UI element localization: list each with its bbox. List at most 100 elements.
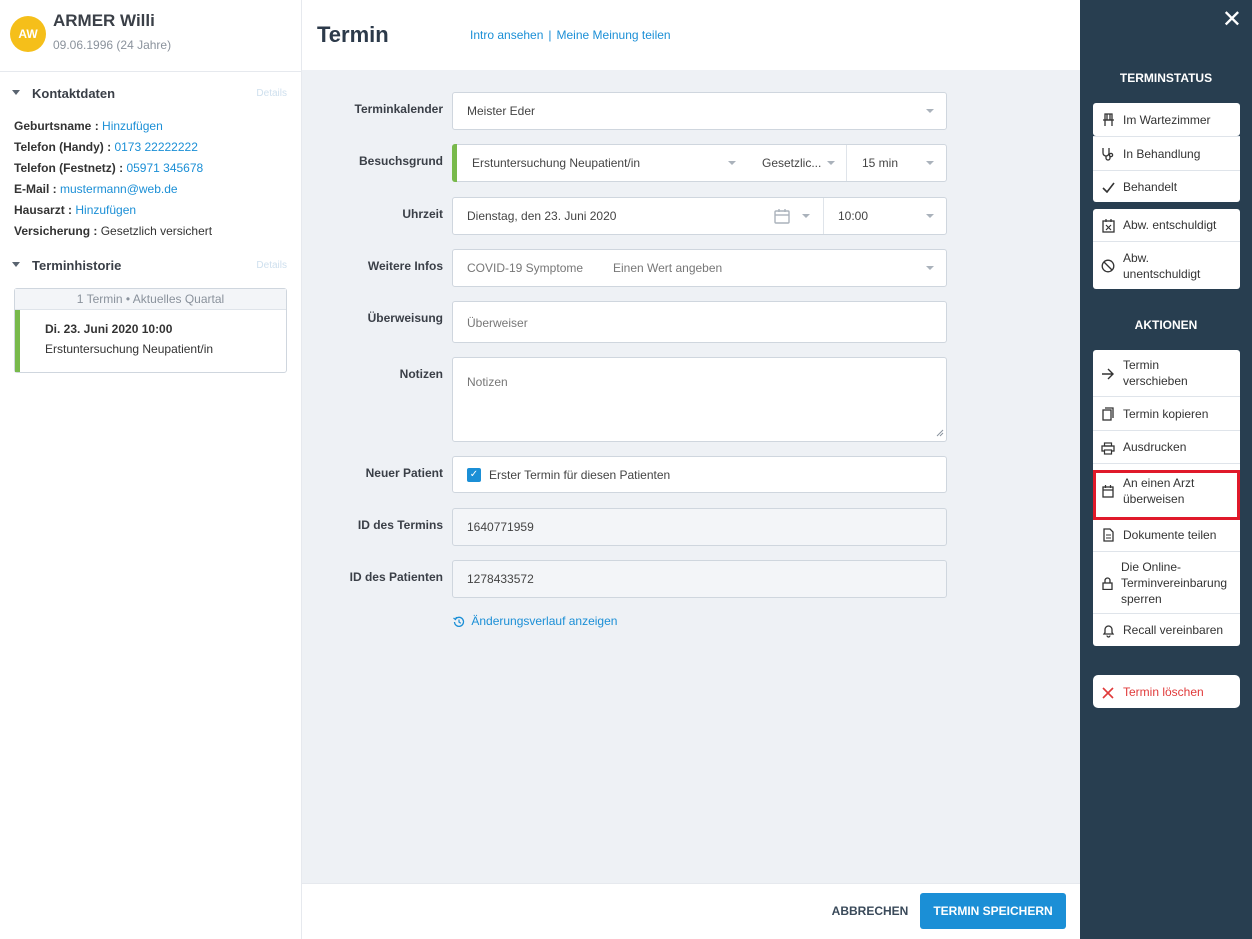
cancel-button[interactable]: ABBRECHEN (822, 893, 918, 929)
notes-textarea[interactable]: Notizen (452, 357, 947, 442)
history-caption: 1 Termin • Aktuelles Quartal (15, 289, 286, 310)
contact-value-link[interactable]: 0173 22222222 (114, 140, 197, 154)
document-icon (1093, 527, 1123, 543)
actions-title: AKTIONEN (1134, 318, 1198, 332)
delete-label: Termin löschen (1123, 684, 1204, 699)
referral-placeholder: Überweiser (467, 316, 528, 330)
printer-icon (1093, 439, 1123, 455)
collapse-caret-icon[interactable] (12, 90, 20, 95)
intro-link[interactable]: Intro ansehen (470, 28, 543, 42)
referral-input[interactable]: Überweiser (452, 301, 947, 343)
collapse-caret-icon[interactable] (12, 262, 20, 267)
reason-label: Besuchsgrund (358, 154, 443, 168)
contact-row: Hausarzt : Hinzufügen (14, 200, 301, 221)
contact-label: Telefon (Handy) : (14, 140, 112, 154)
divider (823, 198, 824, 234)
close-icon[interactable]: ✕ (1222, 8, 1242, 32)
status-done-button[interactable]: Behandelt (1093, 170, 1240, 202)
patient-panel: AW ARMER Willi 09.06.1996 (24 Jahre) Kon… (0, 0, 302, 939)
contact-section-header[interactable]: Kontaktdaten Details (0, 76, 301, 110)
contact-value-link[interactable]: Hinzufügen (75, 203, 136, 217)
chevron-down-icon (728, 161, 736, 165)
absence-excused-button[interactable]: Abw. entschuldigt (1093, 209, 1240, 241)
refer-to-doctor-button[interactable]: An einen Arzt überweisen (1093, 463, 1240, 517)
action-label: An einen Arzt überweisen (1123, 475, 1195, 506)
contact-label: Versicherung : (14, 224, 98, 238)
info-placeholder: Einen Wert angeben (613, 261, 723, 275)
status-waiting-room-button[interactable]: Im Wartezimmer (1093, 103, 1240, 136)
newpatient-field: ✓ Erster Termin für diesen Patienten (452, 456, 947, 493)
status-in-treatment-button[interactable]: In Behandlung (1093, 136, 1240, 170)
duration-select[interactable]: 15 min (862, 156, 898, 170)
status-label: In Behandlung (1123, 146, 1201, 161)
feedback-link[interactable]: Meine Meinung teilen (557, 28, 671, 42)
action-label: Recall vereinbaren (1123, 623, 1224, 637)
action-sidebar: ✕ TERMINSTATUS Im Wartezimmer In Behandl… (1080, 0, 1252, 939)
contact-value-link[interactable]: mustermann@web.de (60, 182, 178, 196)
copy-icon (1093, 406, 1123, 422)
reason-select[interactable]: Erstuntersuchung Neupatient/in (472, 156, 640, 170)
patient-header: AW ARMER Willi 09.06.1996 (24 Jahre) (0, 0, 301, 72)
time-label: Uhrzeit (402, 207, 443, 221)
newpatient-checkbox[interactable]: ✓ (467, 468, 481, 482)
x-icon (1093, 684, 1123, 699)
history-item-desc: Erstuntersuchung Neupatient/in (45, 342, 214, 356)
recall-button[interactable]: Recall vereinbaren (1093, 613, 1240, 646)
contact-label: Telefon (Festnetz) : (14, 161, 124, 175)
action-label: Ausdrucken (1123, 440, 1187, 454)
form-footer: ABBRECHEN TERMIN SPEICHERN (302, 883, 1080, 939)
chair-icon (1093, 112, 1123, 128)
calendar-select[interactable]: Meister Eder (452, 92, 947, 130)
history-details-link[interactable]: Details (256, 260, 287, 271)
action-label: Dokumente teilen (1123, 527, 1217, 542)
copy-appointment-button[interactable]: Termin kopieren (1093, 396, 1240, 430)
apptid-value: 1640771959 (467, 520, 534, 534)
chevron-down-icon (926, 214, 934, 218)
calendar-icon[interactable] (774, 208, 790, 224)
save-button[interactable]: TERMIN SPEICHERN (920, 893, 1066, 929)
move-appointment-button[interactable]: Termin verschieben (1093, 350, 1240, 396)
contact-details-link[interactable]: Details (256, 88, 287, 99)
arrow-right-icon (1093, 366, 1123, 381)
date-input[interactable]: Dienstag, den 23. Juni 2020 (467, 209, 616, 223)
action-label: Die Online-Terminvereinbarung sperren (1121, 559, 1228, 606)
absence-unexcused-button[interactable]: Abw. unentschuldigt (1093, 241, 1240, 289)
chevron-down-icon (802, 214, 810, 218)
resize-handle-icon[interactable] (936, 424, 944, 439)
newpatient-text: Erster Termin für diesen Patienten (489, 468, 671, 482)
patid-label: ID des Patienten (349, 570, 443, 584)
contact-value-link[interactable]: 05971 345678 (126, 161, 203, 175)
action-label: Termin verschieben (1123, 358, 1188, 388)
contact-row: Versicherung : Gesetzlich versichert (14, 221, 301, 242)
patient-name[interactable]: ARMER Willi (53, 11, 155, 31)
history-section-header[interactable]: Terminhistorie Details (0, 248, 301, 282)
notes-placeholder: Notizen (467, 375, 508, 389)
patient-dob: 09.06.1996 (24 Jahre) (53, 38, 172, 52)
time-select[interactable]: 10:00 (838, 209, 868, 223)
info-label: Weitere Infos (367, 259, 443, 273)
history-icon (453, 614, 468, 628)
change-history-link[interactable]: Änderungsverlauf anzeigen (453, 614, 617, 628)
lock-online-booking-button[interactable]: Die Online-Terminvereinbarung sperren (1093, 551, 1240, 613)
insurance-select[interactable]: Gesetzlic... (762, 156, 821, 170)
calendar-label: Terminkalender (354, 102, 443, 116)
status-title: TERMINSTATUS (1119, 71, 1213, 85)
action-label: Termin kopieren (1123, 406, 1209, 421)
info-value: COVID-19 Symptome (467, 261, 584, 275)
apptid-field: 1640771959 (452, 508, 947, 546)
status-label: Im Wartezimmer (1123, 112, 1211, 127)
print-button[interactable]: Ausdrucken (1093, 430, 1240, 463)
apptid-label: ID des Termins (357, 518, 443, 532)
contact-value-link[interactable]: Hinzufügen (102, 119, 163, 133)
forbidden-icon (1093, 258, 1123, 274)
avatar: AW (10, 16, 46, 52)
history-item[interactable]: Di. 23. Juni 2020 10:00 Erstuntersuchung… (15, 310, 286, 372)
status-color-bar (452, 144, 457, 182)
chevron-down-icon (926, 266, 934, 270)
info-select[interactable]: COVID-19 Symptome Einen Wert angeben (452, 249, 947, 287)
delete-appointment-button[interactable]: Termin löschen (1093, 675, 1240, 708)
form-header: Termin Intro ansehen | Meine Meinung teile… (302, 0, 1080, 70)
share-documents-button[interactable]: Dokumente teilen (1093, 517, 1240, 551)
page-title: Termin (317, 22, 389, 47)
contact-row: Telefon (Handy) : 0173 22222222 (14, 137, 301, 158)
